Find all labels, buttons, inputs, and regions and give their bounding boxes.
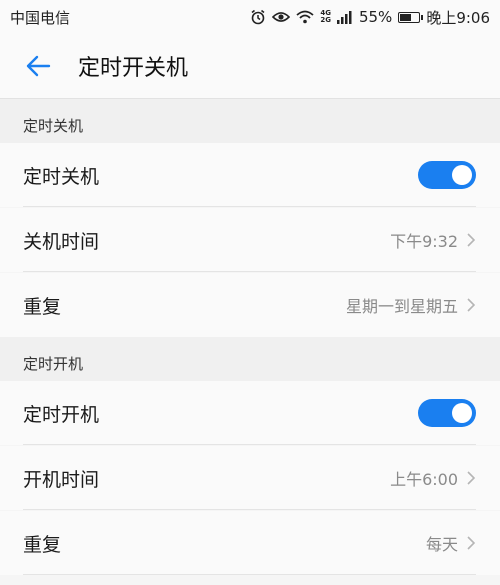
row-boot-time[interactable]: 开机时间 上午6:00 <box>0 446 500 510</box>
row-shutdown-repeat[interactable]: 重复 星期一到星期五 <box>0 273 500 337</box>
section-header-shutdown: 定时关机 <box>0 99 500 143</box>
signal-icon <box>336 10 353 24</box>
app-bar: 定时开关机 <box>0 34 500 99</box>
section-header-boot: 定时开机 <box>0 337 500 381</box>
row-shutdown-time[interactable]: 关机时间 下午9:32 <box>0 208 500 272</box>
status-icons: 4G 2G 55% 晚上9:06 <box>250 7 490 28</box>
network-type: 4G 2G <box>320 10 331 24</box>
battery-icon <box>398 11 424 23</box>
boot-toggle[interactable] <box>418 399 476 427</box>
row-label: 重复 <box>23 295 62 318</box>
page-title: 定时开关机 <box>78 56 189 81</box>
shutdown-toggle[interactable] <box>418 161 476 189</box>
section-header-label: 定时开机 <box>23 355 84 373</box>
row-boot-toggle[interactable]: 定时开机 <box>0 381 500 445</box>
arrow-left-icon <box>26 55 51 77</box>
shutdown-time-value: 下午9:32 <box>390 232 458 251</box>
row-label: 开机时间 <box>23 468 100 491</box>
battery-percent: 55% <box>358 8 393 26</box>
chevron-right-icon <box>466 297 476 313</box>
network-type-bottom: 2G <box>320 16 331 24</box>
chevron-right-icon <box>466 232 476 248</box>
eye-icon <box>272 10 291 24</box>
status-bar: 中国电信 4G 2G 55% 晚上9:06 <box>0 0 500 34</box>
row-label: 重复 <box>23 533 62 556</box>
status-time: 晚上9:06 <box>426 8 490 27</box>
row-label: 关机时间 <box>23 230 100 253</box>
row-boot-repeat[interactable]: 重复 每天 <box>0 511 500 575</box>
wifi-icon <box>296 10 314 24</box>
section-header-label: 定时关机 <box>23 117 84 135</box>
boot-repeat-value: 每天 <box>425 535 458 554</box>
row-shutdown-toggle[interactable]: 定时关机 <box>0 143 500 207</box>
boot-time-value: 上午6:00 <box>390 470 458 489</box>
chevron-right-icon <box>466 535 476 551</box>
shutdown-repeat-value: 星期一到星期五 <box>345 297 458 316</box>
chevron-right-icon <box>466 470 476 486</box>
alarm-icon <box>250 9 266 25</box>
carrier-name: 中国电信 <box>10 8 71 27</box>
back-button[interactable] <box>18 46 58 86</box>
row-label: 定时开机 <box>23 403 100 426</box>
row-label: 定时关机 <box>23 165 100 188</box>
